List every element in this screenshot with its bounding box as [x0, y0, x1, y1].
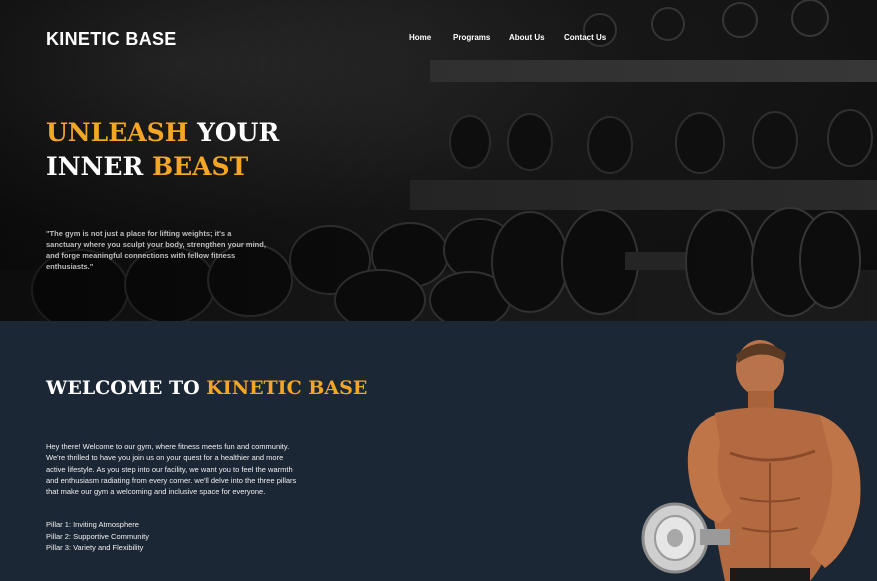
pillar-item: Pillar 2: Supportive Community [46, 531, 149, 541]
nav-link-programs[interactable]: Programs [453, 33, 490, 42]
hero-section: KINETIC BASE Home Programs About Us Cont… [0, 0, 877, 321]
hero-title-accent-1: UNLEASH [46, 118, 189, 147]
welcome-title-accent: KINETIC BASE [206, 377, 368, 399]
pillar-item: Pillar 1: Inviting Atmosphere [46, 520, 139, 529]
welcome-title: WELCOME TO KINETIC BASE [46, 377, 367, 399]
welcome-paragraph: Hey there! Welcome to our gym, where fit… [46, 442, 297, 497]
hero-quote: "The gym is not just a place for lifting… [46, 229, 266, 271]
pillars-list: Pillar 1: Inviting Atmosphere Pillar 2: … [46, 519, 301, 554]
hero-title-text-2: INNER [46, 152, 152, 181]
main-nav: Home Programs About Us Contact Us [0, 33, 877, 45]
nav-link-home[interactable]: Home [409, 33, 431, 42]
welcome-section: WELCOME TO KINETIC BASE Hey there! Welco… [0, 321, 877, 581]
pillar-item: Pillar 3: Variety and Flexibility [46, 543, 144, 552]
nav-link-contact-us[interactable]: Contact Us [564, 33, 606, 42]
hero-title-accent-2: BEAST [151, 152, 249, 181]
welcome-title-plain: WELCOME TO [46, 377, 207, 399]
hero-title-text-1: YOUR [188, 118, 280, 147]
hero-title: UNLEASH YOUR INNER BEAST [46, 116, 366, 184]
athlete-with-dumbbell-image [641, 340, 861, 581]
nav-link-about-us[interactable]: About Us [509, 33, 545, 42]
